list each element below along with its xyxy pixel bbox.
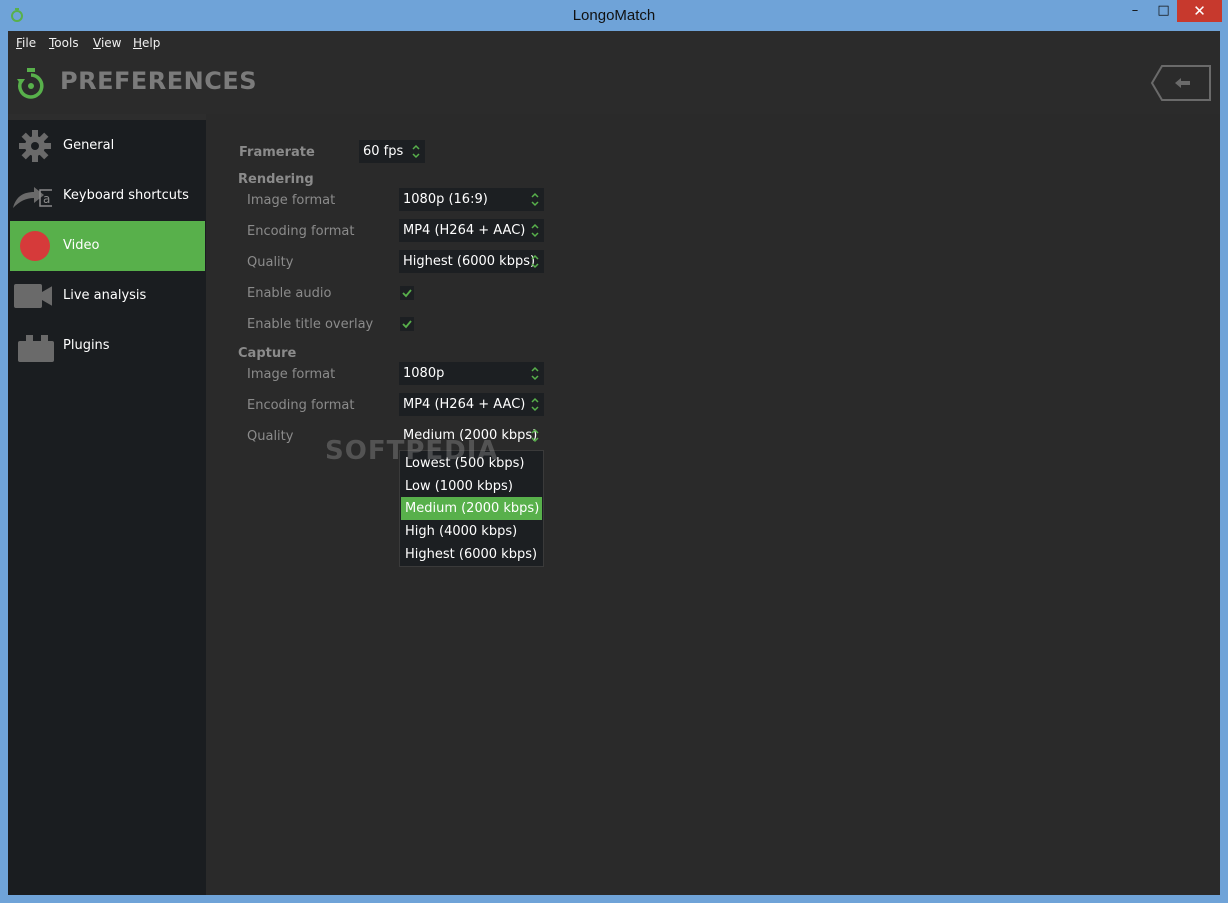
rendering-encoding-format-label: Encoding format: [247, 224, 355, 239]
quality-dropdown-list: Lowest (500 kbps) Low (1000 kbps) Medium…: [399, 450, 544, 567]
sidebar-item-keyboard-shortcuts[interactable]: a Keyboard shortcuts: [10, 171, 205, 221]
menu-bar: [8, 31, 1220, 55]
sidebar-item-label: Plugins: [63, 338, 110, 353]
menu-tools[interactable]: Tools: [49, 36, 79, 50]
capture-image-format-value: 1080p: [403, 366, 445, 381]
rendering-quality-value: Highest (6000 kbps): [403, 254, 536, 269]
enable-title-overlay-checkbox[interactable]: [400, 317, 414, 331]
rendering-encoding-format-select[interactable]: MP4 (H264 + AAC): [399, 219, 544, 242]
window-title: LongoMatch: [572, 7, 656, 24]
sidebar-item-live-analysis[interactable]: Live analysis: [10, 271, 205, 321]
dropdown-option[interactable]: Low (1000 kbps): [401, 475, 542, 498]
page-title: PREFERENCES: [60, 67, 258, 95]
gear-icon: [19, 130, 51, 162]
menu-help[interactable]: Help: [133, 36, 160, 50]
sidebar-item-label: Video: [63, 238, 100, 253]
plugin-icon: [18, 335, 54, 362]
menu-view[interactable]: View: [93, 36, 121, 50]
spin-arrows-icon: [531, 366, 539, 381]
dropdown-option[interactable]: High (4000 kbps): [401, 520, 542, 543]
capture-image-format-label: Image format: [247, 367, 336, 382]
logo-stopwatch-icon: [17, 68, 44, 99]
svg-text:a: a: [43, 192, 50, 206]
spin-arrows-icon: [412, 144, 420, 159]
sidebar-item-plugins[interactable]: Plugins: [10, 321, 205, 371]
minimize-button[interactable]: –: [1120, 0, 1150, 22]
rendering-encoding-format-value: MP4 (H264 + AAC): [403, 223, 526, 238]
spin-arrows-icon: [531, 254, 539, 269]
menu-file[interactable]: File: [16, 36, 36, 50]
spin-arrows-icon: [531, 428, 539, 443]
capture-encoding-format-select[interactable]: MP4 (H264 + AAC): [399, 393, 544, 416]
dropdown-option[interactable]: Highest (6000 kbps): [401, 543, 542, 566]
enable-audio-label: Enable audio: [247, 286, 332, 301]
sidebar-item-video[interactable]: Video: [10, 221, 205, 271]
back-button[interactable]: [1150, 64, 1212, 102]
dropdown-option-selected[interactable]: Medium (2000 kbps): [401, 497, 542, 520]
enable-title-overlay-label: Enable title overlay: [247, 317, 374, 332]
framerate-value: 60 fps: [363, 144, 404, 159]
rendering-section-title: Rendering: [238, 172, 314, 187]
rendering-image-format-value: 1080p (16:9): [403, 192, 488, 207]
capture-section-title: Capture: [238, 346, 297, 361]
close-button[interactable]: ✕: [1177, 0, 1222, 22]
capture-encoding-format-value: MP4 (H264 + AAC): [403, 397, 526, 412]
framerate-select[interactable]: 60 fps: [359, 140, 425, 163]
record-icon: [20, 231, 50, 261]
rendering-image-format-select[interactable]: 1080p (16:9): [399, 188, 544, 211]
rendering-quality-label: Quality: [247, 255, 294, 270]
sidebar-item-label: Live analysis: [63, 288, 147, 303]
camera-icon: [14, 284, 52, 308]
spin-arrows-icon: [531, 192, 539, 207]
capture-encoding-format-label: Encoding format: [247, 398, 355, 413]
sidebar-item-label: Keyboard shortcuts: [63, 188, 189, 203]
rendering-quality-select[interactable]: Highest (6000 kbps): [399, 250, 544, 273]
spin-arrows-icon: [531, 397, 539, 412]
settings-panel: [206, 114, 1220, 895]
watermark: SOFTPEDIA: [325, 436, 499, 466]
keyboard-shortcut-icon: a: [13, 187, 52, 208]
spin-arrows-icon: [531, 223, 539, 238]
sidebar-item-label: General: [63, 138, 115, 153]
sidebar-item-general[interactable]: General: [10, 121, 205, 171]
capture-quality-label: Quality: [247, 429, 294, 444]
capture-image-format-select[interactable]: 1080p: [399, 362, 544, 385]
rendering-image-format-label: Image format: [247, 193, 336, 208]
enable-audio-checkbox[interactable]: [400, 286, 414, 300]
framerate-label: Framerate: [239, 145, 315, 160]
maximize-button[interactable]: □: [1150, 0, 1177, 22]
